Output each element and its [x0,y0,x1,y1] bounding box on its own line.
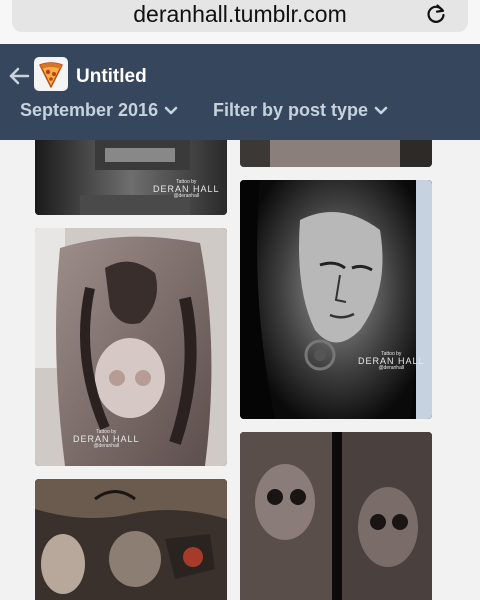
post-thumbnail[interactable] [240,432,432,600]
post-thumbnail[interactable]: Tattoo by DERAN HALL @deranhall [35,140,227,215]
chevron-down-icon [164,106,178,115]
month-filter-label: September 2016 [20,100,159,120]
month-filter-dropdown[interactable]: September 2016 [20,99,178,121]
blog-avatar[interactable] [34,57,68,91]
post-thumbnail[interactable] [240,140,432,167]
back-arrow-icon[interactable] [8,66,30,86]
address-field[interactable]: deranhall.tumblr.com [12,0,468,32]
tattoo-photo [35,479,227,600]
watermark: Tattoo by DERAN HALL @deranhall [73,429,140,449]
post-type-filter-label: Filter by post type [213,100,369,120]
watermark: Tattoo by DERAN HALL @deranhall [153,179,220,199]
url-domain[interactable]: deranhall.tumblr.com [12,0,468,28]
browser-url-bar: deranhall.tumblr.com [0,0,480,44]
tattoo-photo [35,140,227,215]
watermark: Tattoo by DERAN HALL @deranhall [358,351,425,371]
tattoo-photo [240,140,432,167]
blog-title[interactable]: Untitled [76,66,147,88]
pizza-slice-icon [39,62,63,88]
post-thumbnail[interactable]: Tattoo by DERAN HALL @deranhall [35,228,227,466]
post-type-filter-dropdown[interactable]: Filter by post type [213,99,388,121]
archive-header: Untitled September 2016 Filter by post t… [0,44,480,140]
reload-icon[interactable] [424,2,448,26]
tattoo-photo [240,180,432,419]
post-thumbnail[interactable]: Tattoo by DERAN HALL @deranhall [240,180,432,419]
post-thumbnail[interactable] [35,479,227,600]
tattoo-photo [240,432,432,600]
chevron-down-icon [374,106,388,115]
